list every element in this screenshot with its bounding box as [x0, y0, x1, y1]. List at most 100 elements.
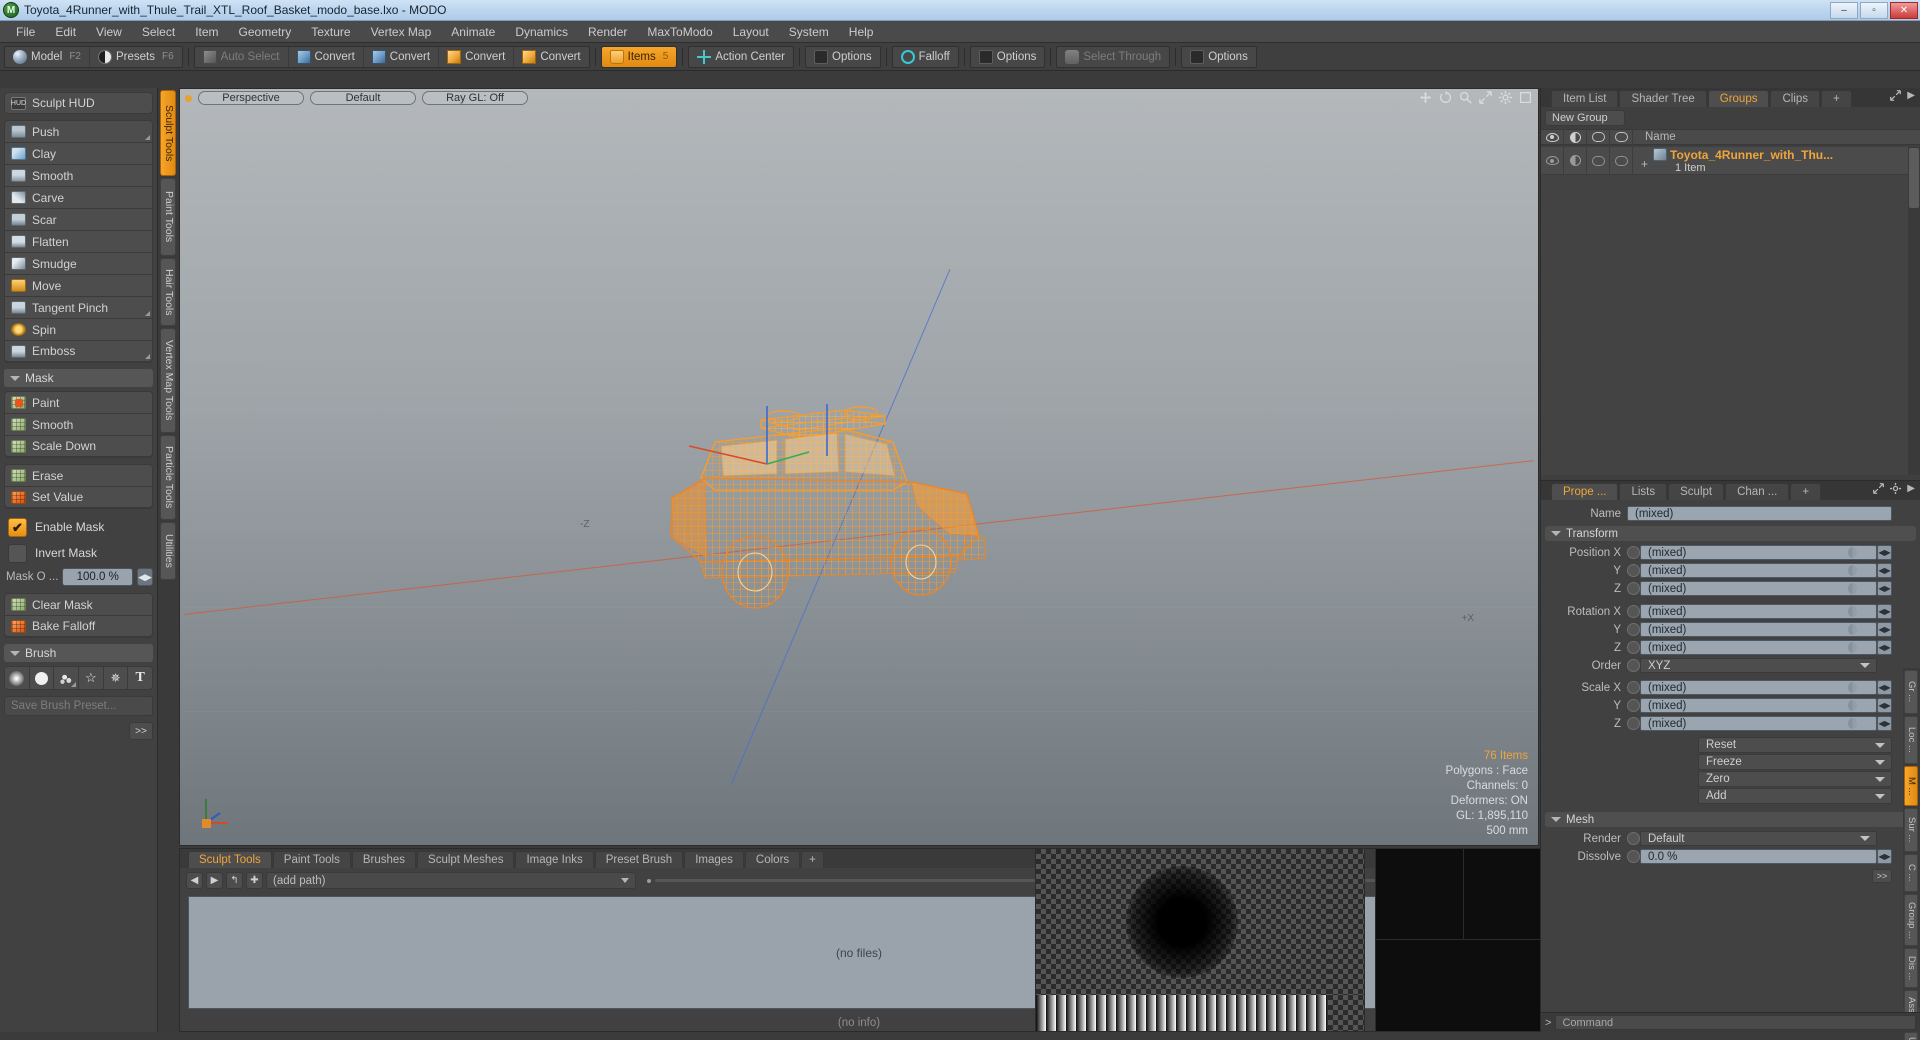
- menu-select[interactable]: Select: [132, 23, 185, 41]
- path-input[interactable]: (add path): [266, 872, 636, 889]
- move-view-icon[interactable]: [1419, 91, 1432, 104]
- position-x-radio[interactable]: [1627, 546, 1640, 559]
- expand-icon[interactable]: [1890, 90, 1902, 101]
- scale-z-radio[interactable]: [1627, 717, 1640, 730]
- dissolve-input[interactable]: 0.0 %: [1640, 849, 1877, 864]
- rotate-view-icon[interactable]: [1439, 91, 1452, 104]
- action-center-button[interactable]: Action Center: [689, 47, 793, 67]
- mask-smooth-button[interactable]: Smooth: [4, 413, 153, 435]
- side-tab-groups[interactable]: Gr ...: [1904, 670, 1918, 714]
- add-icon[interactable]: ✚: [246, 872, 263, 889]
- new-group-button[interactable]: New Group: [1545, 110, 1625, 126]
- table-row[interactable]: + Toyota_4Runner_with_Thu... 1 Item: [1541, 146, 1908, 175]
- convert-button-1[interactable]: Convert: [289, 46, 364, 67]
- tool-tangent-pinch[interactable]: Tangent Pinch: [4, 296, 153, 318]
- render-dropdown[interactable]: Default: [1640, 831, 1877, 846]
- name-input[interactable]: (mixed): [1627, 506, 1892, 521]
- menu-help[interactable]: Help: [839, 23, 884, 41]
- btab-add[interactable]: +: [801, 851, 824, 868]
- tool-push[interactable]: Push: [4, 120, 153, 142]
- freeze-dropdown[interactable]: Freeze: [1698, 754, 1892, 770]
- select-through-button[interactable]: Select Through: [1057, 47, 1169, 67]
- properties-more-button[interactable]: >>: [1872, 869, 1892, 883]
- ptab-channels[interactable]: Chan ...: [1725, 483, 1790, 500]
- menu-render[interactable]: Render: [578, 23, 637, 41]
- scale-y-input[interactable]: (mixed): [1640, 698, 1877, 713]
- mask-opacity-input[interactable]: 100.0 %: [62, 568, 133, 586]
- mask-paint-button[interactable]: Paint: [4, 391, 153, 413]
- rotation-x-radio[interactable]: [1627, 605, 1640, 618]
- dissolve-radio[interactable]: [1627, 850, 1640, 863]
- scale-x-radio[interactable]: [1627, 681, 1640, 694]
- dissolve-stepper[interactable]: ◀▶: [1877, 849, 1892, 864]
- auto-select-button[interactable]: Auto Select: [195, 46, 289, 67]
- transform-section-header[interactable]: Transform: [1545, 526, 1916, 541]
- side-tab-user-channels[interactable]: User Ch ...: [1904, 1032, 1918, 1040]
- zero-dropdown[interactable]: Zero: [1698, 771, 1892, 787]
- mask-scale-down-button[interactable]: Scale Down: [4, 435, 153, 457]
- tool-emboss[interactable]: Emboss: [4, 340, 153, 362]
- options-button-3[interactable]: Options: [1182, 47, 1256, 67]
- presets-mode-button[interactable]: Presets F6: [90, 47, 182, 67]
- row-shading-toggle[interactable]: [1564, 146, 1587, 175]
- sculpt-hud-button[interactable]: HUD Sculpt HUD: [4, 92, 153, 114]
- tool-flatten[interactable]: Flatten: [4, 230, 153, 252]
- 3d-viewport[interactable]: Perspective Default Ray GL: Off -Z +X 76…: [179, 88, 1539, 846]
- vtab-utilities[interactable]: Utilities: [160, 522, 176, 580]
- more-options-button[interactable]: >>: [129, 722, 153, 740]
- convert-button-4[interactable]: Convert: [514, 47, 588, 67]
- scale-x-stepper[interactable]: ◀▶: [1877, 680, 1892, 695]
- minimize-button[interactable]: –: [1830, 2, 1858, 19]
- enable-mask-row[interactable]: ✔ Enable Mask: [4, 515, 153, 539]
- soft-brush-button[interactable]: [5, 667, 30, 689]
- side-tab-locators[interactable]: Loc ...: [1904, 716, 1918, 764]
- viewport-perspective-dropdown[interactable]: Perspective: [198, 91, 304, 105]
- close-button[interactable]: ✕: [1890, 2, 1918, 19]
- menu-maxtomodo[interactable]: MaxToModo: [637, 23, 722, 41]
- btab-image-inks[interactable]: Image Inks: [515, 851, 594, 868]
- menu-geometry[interactable]: Geometry: [229, 23, 302, 41]
- brush-falloff-preview[interactable]: [1035, 848, 1365, 1032]
- position-y-radio[interactable]: [1627, 564, 1640, 577]
- menu-system[interactable]: System: [779, 23, 839, 41]
- btab-paint-tools[interactable]: Paint Tools: [272, 851, 351, 868]
- items-button[interactable]: Items 5: [601, 46, 677, 67]
- position-z-stepper[interactable]: ◀▶: [1877, 581, 1892, 596]
- rotation-z-input[interactable]: (mixed): [1640, 640, 1877, 655]
- menu-dynamics[interactable]: Dynamics: [505, 23, 578, 41]
- tool-carve[interactable]: Carve: [4, 186, 153, 208]
- falloff-button[interactable]: Falloff: [893, 47, 958, 67]
- row-visibility-toggle[interactable]: [1541, 146, 1564, 175]
- menu-texture[interactable]: Texture: [301, 23, 360, 41]
- text-brush-button[interactable]: T: [128, 667, 152, 689]
- hard-brush-button[interactable]: [29, 667, 55, 689]
- vtab-vertex-map-tools[interactable]: Vertex Map Tools: [160, 328, 176, 433]
- btab-colors[interactable]: Colors: [744, 851, 801, 868]
- gear-icon[interactable]: [1499, 91, 1512, 104]
- row-render-toggle[interactable]: [1610, 146, 1633, 175]
- scale-z-stepper[interactable]: ◀▶: [1877, 716, 1892, 731]
- viewport-shading-dropdown[interactable]: Default: [310, 91, 416, 105]
- menu-layout[interactable]: Layout: [723, 23, 779, 41]
- tool-move[interactable]: Move: [4, 274, 153, 296]
- options-button-2[interactable]: Options: [971, 47, 1045, 67]
- side-tab-surface[interactable]: Sur ...: [1904, 808, 1918, 852]
- position-x-input[interactable]: (mixed): [1640, 545, 1877, 560]
- mesh-section-header[interactable]: Mesh: [1545, 812, 1916, 827]
- car-wireframe-model[interactable]: [649, 386, 1069, 626]
- viewport-raygl-dropdown[interactable]: Ray GL: Off: [422, 91, 528, 105]
- btab-preset-brush[interactable]: Preset Brush: [594, 851, 684, 868]
- rtab-item-list[interactable]: Item List: [1551, 90, 1619, 107]
- row-lock-toggle[interactable]: [1587, 146, 1610, 175]
- position-z-input[interactable]: (mixed): [1640, 581, 1877, 596]
- tool-clay[interactable]: Clay: [4, 142, 153, 164]
- back-icon[interactable]: ◀: [186, 872, 203, 889]
- group-item-cell[interactable]: + Toyota_4Runner_with_Thu... 1 Item: [1633, 147, 1833, 174]
- position-y-stepper[interactable]: ◀▶: [1877, 563, 1892, 578]
- chevron-right-icon[interactable]: ▶: [1907, 90, 1915, 101]
- tool-spin[interactable]: Spin: [4, 318, 153, 340]
- rtab-groups[interactable]: Groups: [1707, 90, 1770, 107]
- vtab-hair-tools[interactable]: Hair Tools: [160, 258, 176, 326]
- reset-dropdown[interactable]: Reset: [1698, 737, 1892, 753]
- menu-view[interactable]: View: [86, 23, 132, 41]
